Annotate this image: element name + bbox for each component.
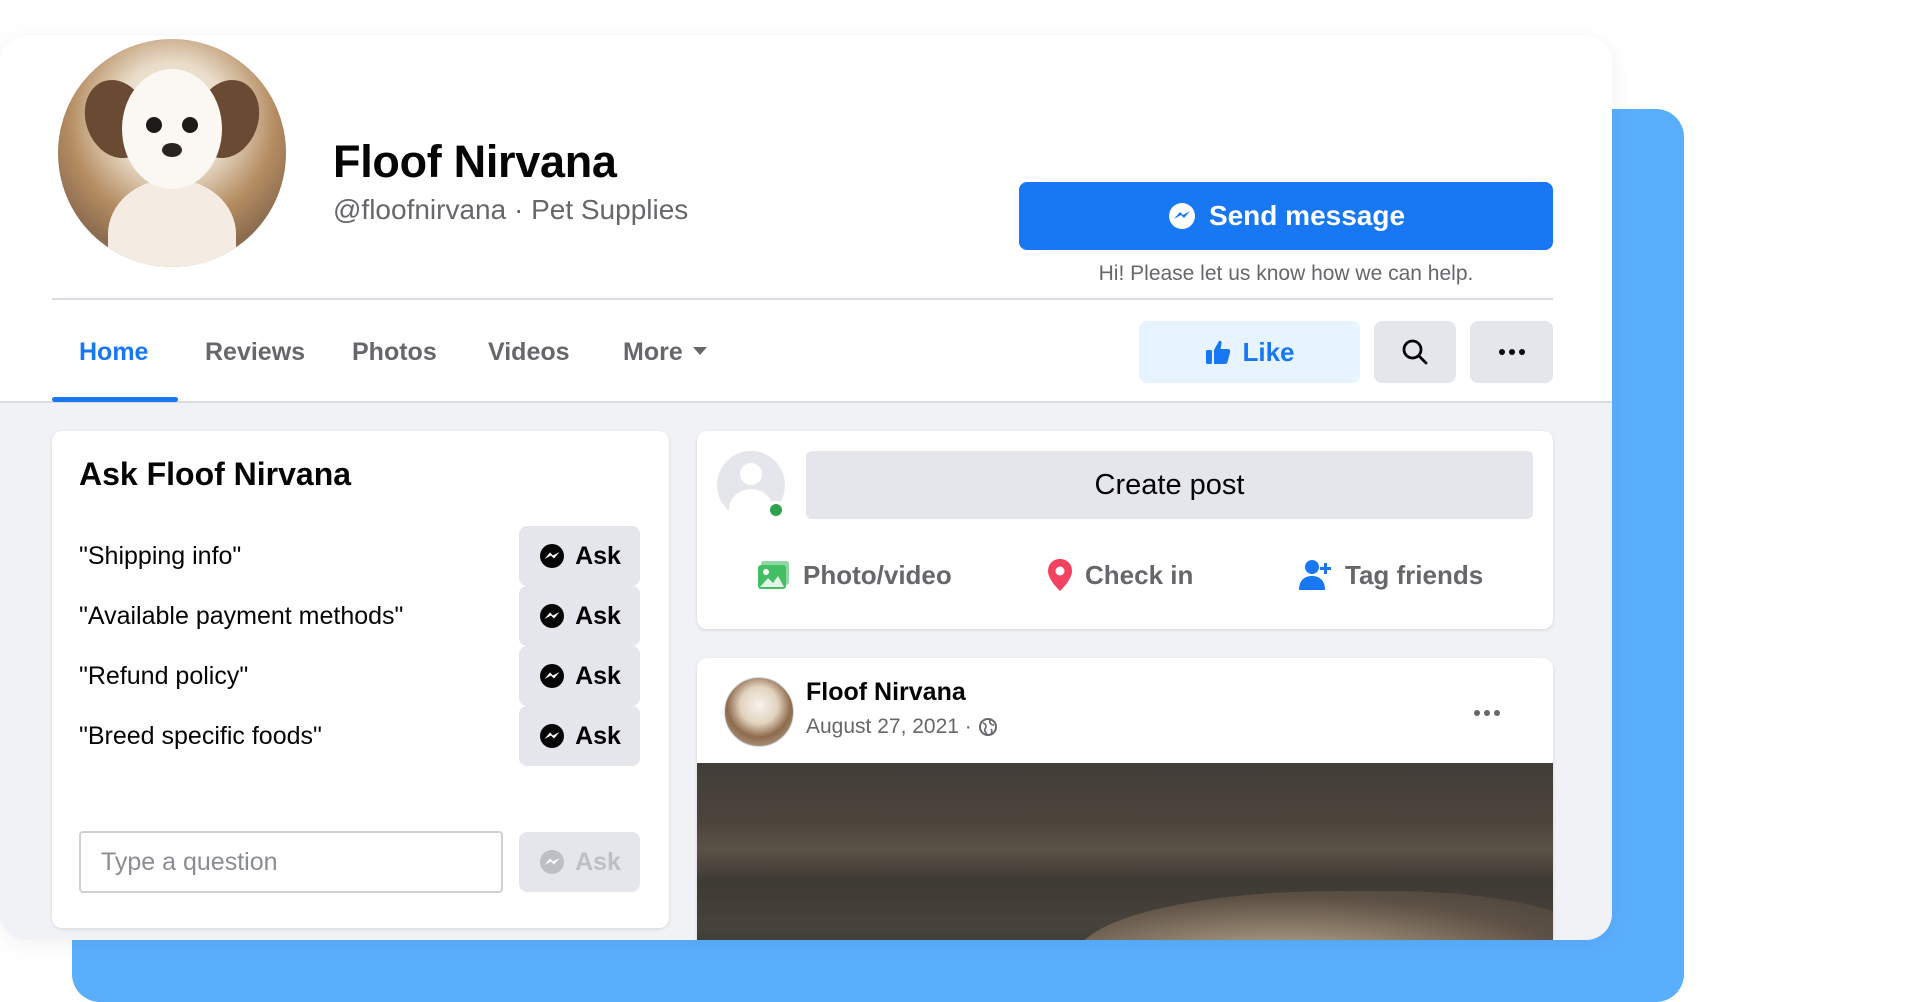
- messenger-icon: [1168, 203, 1195, 229]
- send-message-label: Send message: [1208, 200, 1406, 231]
- ask-shipping-button[interactable]: Ask: [519, 526, 640, 586]
- tab-more[interactable]: More: [623, 338, 707, 404]
- header-divider: [52, 298, 1553, 300]
- action-label: Check in: [1085, 559, 1194, 590]
- tab-videos[interactable]: Videos: [488, 338, 570, 404]
- avatar-head-shape: [740, 463, 762, 485]
- screenshot-stage: Floof Nirvana @floofnirvana · Pet Suppli…: [0, 0, 1932, 1002]
- post-date-text[interactable]: August 27, 2021 ·: [806, 715, 972, 739]
- faq-question: "Breed specific foods": [79, 722, 322, 750]
- post-photo[interactable]: [697, 763, 1553, 940]
- page-profile-picture[interactable]: [58, 39, 286, 267]
- ask-refund-button[interactable]: Ask: [519, 646, 640, 706]
- feed-post-card: Floof Nirvana August 27, 2021 ·: [697, 658, 1553, 940]
- messenger-icon: [540, 850, 565, 874]
- like-button[interactable]: Like: [1139, 321, 1360, 383]
- ask-payment-button[interactable]: Ask: [519, 586, 640, 646]
- question-input[interactable]: [79, 831, 503, 893]
- photo-shading: [697, 763, 1553, 823]
- ask-breed-foods-button[interactable]: Ask: [519, 706, 640, 766]
- action-label: Photo/video: [803, 559, 952, 590]
- ask-card-title: Ask Floof Nirvana: [79, 456, 352, 492]
- search-button[interactable]: [1374, 321, 1456, 383]
- post-author-name[interactable]: Floof Nirvana: [806, 678, 966, 707]
- send-message-hint: Hi! Please let us know how we can help.: [1098, 262, 1474, 285]
- tag-friends-icon: [1299, 560, 1331, 590]
- location-pin-icon: [1048, 559, 1072, 591]
- active-tab-indicator: [52, 397, 178, 402]
- photo-video-action[interactable]: Photo/video: [757, 553, 952, 597]
- post-author-avatar[interactable]: [724, 677, 794, 747]
- dog-eye-shape: [182, 117, 198, 133]
- like-label: Like: [1242, 336, 1295, 367]
- page-more-options-button[interactable]: [1470, 321, 1553, 383]
- facebook-page-window: Floof Nirvana @floofnirvana · Pet Suppli…: [0, 36, 1612, 940]
- messenger-icon: [540, 724, 565, 748]
- tab-home[interactable]: Home: [79, 338, 148, 404]
- check-in-action[interactable]: Check in: [1047, 553, 1193, 597]
- post-more-options-button[interactable]: [1462, 696, 1512, 730]
- ask-button-label: Ask: [575, 847, 621, 876]
- page-title: Floof Nirvana: [333, 136, 617, 187]
- create-post-button[interactable]: Create post: [806, 451, 1533, 519]
- search-icon: [1402, 339, 1428, 365]
- faq-question: "Available payment methods": [79, 602, 404, 630]
- dog-body-shape: [108, 179, 236, 267]
- dog-face-shape: [122, 69, 222, 189]
- action-label: Tag friends: [1345, 559, 1484, 590]
- messenger-icon: [540, 604, 565, 628]
- dog-nose-shape: [162, 143, 182, 157]
- photo-video-icon: [758, 561, 789, 589]
- ask-button-label: Ask: [575, 541, 621, 570]
- ask-button-label: Ask: [575, 661, 621, 690]
- more-dots-icon: [1474, 710, 1500, 716]
- more-dots-icon: [1498, 349, 1525, 355]
- messenger-icon: [540, 664, 565, 688]
- caret-down-icon: [692, 347, 707, 356]
- tag-friends-action[interactable]: Tag friends: [1297, 553, 1483, 597]
- ask-custom-question-button[interactable]: Ask: [519, 832, 640, 892]
- ask-page-card: Ask Floof Nirvana "Shipping info" Ask "A…: [52, 431, 669, 928]
- dog-fur-shape: [1077, 891, 1553, 940]
- faq-question: "Shipping info": [79, 542, 242, 570]
- tab-photos[interactable]: Photos: [352, 338, 437, 404]
- faq-question: "Refund policy": [79, 662, 249, 690]
- send-message-button[interactable]: Send message: [1019, 182, 1553, 250]
- ask-button-label: Ask: [575, 721, 621, 750]
- create-post-card: Create post Photo/video Check in Tag fri…: [697, 431, 1553, 629]
- globe-icon: [978, 718, 997, 736]
- avatar-shoulders-shape: [729, 489, 773, 519]
- post-timestamp: August 27, 2021 ·: [806, 715, 998, 739]
- ask-button-label: Ask: [575, 601, 621, 630]
- dog-eye-shape: [146, 117, 162, 133]
- tab-reviews[interactable]: Reviews: [205, 338, 305, 404]
- online-status-dot: [767, 501, 785, 519]
- page-header: Floof Nirvana @floofnirvana · Pet Suppli…: [0, 36, 1612, 403]
- page-subtitle: @floofnirvana · Pet Supplies: [333, 194, 689, 225]
- thumbs-up-icon: [1206, 340, 1231, 364]
- messenger-icon: [540, 544, 565, 568]
- tab-more-label: More: [623, 338, 683, 366]
